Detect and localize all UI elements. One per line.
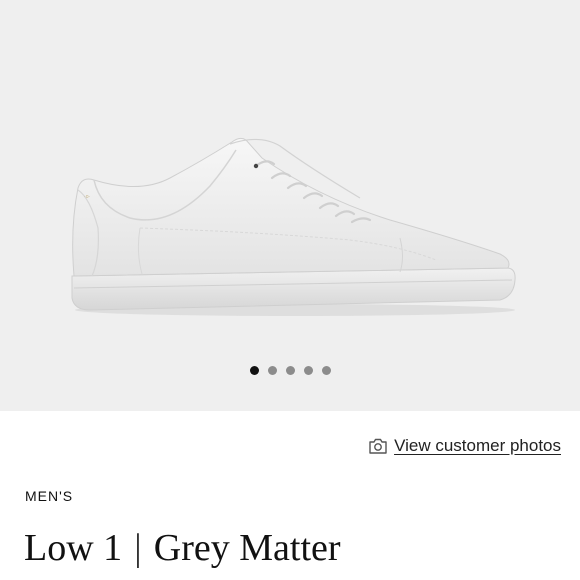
carousel-dot-3[interactable]	[285, 366, 295, 375]
product-image-gallery[interactable]: ·o·	[0, 0, 580, 411]
view-customer-photos-label[interactable]: View customer photos	[394, 436, 561, 456]
sneaker-image: ·o·	[71, 137, 516, 316]
view-customer-photos-link[interactable]: View customer photos	[368, 436, 561, 456]
product-category: MEN'S	[25, 488, 74, 504]
product-color: Grey Matter	[153, 527, 341, 569]
carousel-dot-5[interactable]	[321, 366, 331, 375]
title-separator: |	[134, 527, 142, 569]
product-title: Low 1 | Grey Matter	[24, 526, 341, 570]
carousel-dot-2[interactable]	[267, 366, 277, 375]
carousel-dot-1[interactable]	[249, 366, 259, 375]
carousel-dot-4[interactable]	[303, 366, 313, 375]
camera-icon	[368, 437, 388, 455]
product-image[interactable]: ·o·	[60, 128, 520, 328]
carousel-dots	[0, 366, 580, 375]
svg-text:·o·: ·o·	[84, 194, 91, 200]
product-name: Low 1	[24, 527, 123, 569]
